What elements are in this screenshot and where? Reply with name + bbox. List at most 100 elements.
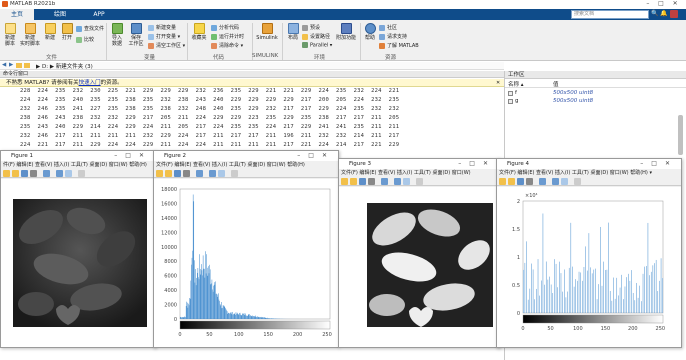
new-figure-icon[interactable] [341, 178, 348, 185]
print-icon[interactable] [526, 178, 533, 185]
open-icon[interactable] [12, 170, 19, 177]
cursor-icon[interactable] [574, 178, 581, 185]
simulink-button[interactable]: Simulink [256, 23, 278, 41]
open-button[interactable]: 打开 [60, 23, 74, 41]
save-workspace-button[interactable]: 保存 工作区 [127, 23, 145, 47]
save-icon[interactable] [174, 170, 181, 177]
cursor-icon[interactable] [416, 178, 423, 185]
open-icon[interactable] [508, 178, 515, 185]
colorbar-icon[interactable] [218, 170, 225, 177]
tab-home[interactable]: 主页 [0, 9, 34, 20]
scrollbar[interactable] [678, 115, 683, 155]
print-icon[interactable] [30, 170, 37, 177]
analyze-code-button[interactable]: 分析代码 [211, 24, 239, 31]
search-input[interactable]: 搜索文档 [571, 10, 649, 19]
current-path[interactable]: ▶ D: ▶ 新建文件夹 (3) [36, 62, 93, 70]
histogram-bar [189, 298, 191, 319]
open-icon[interactable] [350, 178, 357, 185]
new-variable-button[interactable]: 新建变量 [148, 24, 176, 31]
favorites-button[interactable]: 收藏夹 [190, 23, 208, 41]
new-figure-icon[interactable] [3, 170, 10, 177]
figure-window-controls[interactable]: –□✕ [297, 151, 335, 161]
up-folder-icon[interactable] [16, 63, 22, 68]
layout-icon[interactable] [394, 178, 401, 185]
parallel-button[interactable]: Parallel ▾ [302, 42, 332, 49]
colorbar-icon[interactable] [403, 178, 410, 185]
close-button[interactable]: ✕ [673, 0, 678, 9]
maximize-button[interactable]: □ [658, 0, 664, 9]
link-icon[interactable] [381, 178, 388, 185]
cursor-icon[interactable] [78, 170, 85, 177]
addons-button[interactable]: 附加功能 [335, 23, 357, 41]
search-icon[interactable]: 🔍 [651, 10, 658, 17]
new-figure-icon[interactable] [499, 178, 506, 185]
community-button[interactable]: 社区 [379, 24, 397, 31]
new-figure-icon[interactable] [156, 170, 163, 177]
browse-folder-icon[interactable] [24, 63, 30, 68]
figure-toolbar [339, 177, 499, 186]
tab-plots[interactable]: 绘图 [42, 9, 78, 20]
minimize-button[interactable]: – [646, 0, 649, 9]
clear-workspace-button[interactable]: 清空工作区 ▾ [148, 42, 185, 49]
figure-window-controls[interactable]: –□✕ [114, 151, 152, 161]
new-script-button[interactable]: 新建 脚本 [2, 23, 18, 47]
figure-menu[interactable]: 文件(F) 编辑(E) 查看(V) 插入(I) 工具(T) 桌面(D) 窗口(W… [154, 161, 338, 169]
figure-menu[interactable]: 件(F) 编辑(E) 查看(V) 插入(I) 工具(T) 桌面(D) 窗口(W)… [1, 161, 155, 169]
figure-window-controls[interactable]: –□✕ [458, 159, 496, 169]
open-variable-button[interactable]: 打开变量 ▾ [148, 33, 180, 40]
save-icon[interactable] [517, 178, 524, 185]
preferences-button[interactable]: 预设 [302, 24, 320, 31]
command-window-header: 命令行窗口 [0, 71, 504, 78]
link-icon[interactable] [539, 178, 546, 185]
figure-window[interactable]: Figure 3 –□✕ 文件(F) 编辑(E) 查看(V) 插入(I) 工具(… [338, 158, 500, 348]
open-icon[interactable] [165, 170, 172, 177]
column-value[interactable]: 值 [553, 80, 559, 88]
histogram-bar [585, 246, 586, 313]
back-arrow-icon[interactable]: ◀ [2, 62, 6, 68]
column-name[interactable]: 名称 ▴ [508, 80, 524, 88]
getting-started-link[interactable]: 快速入门 [79, 80, 101, 86]
workspace-row[interactable]: f 500x500 uint8 [505, 90, 686, 97]
workspace-row[interactable]: g 500x500 uint8 [505, 98, 686, 105]
forward-arrow-icon[interactable]: ▶ [9, 62, 13, 68]
learn-matlab-button[interactable]: 了解 MATLAB [379, 42, 419, 49]
histogram-bar [240, 314, 241, 319]
histogram-bar [180, 317, 181, 319]
new-button[interactable]: 新建 [43, 23, 57, 41]
link-icon[interactable] [43, 170, 50, 177]
layout-icon[interactable] [552, 178, 559, 185]
layout-button[interactable]: 布局 [286, 23, 300, 41]
figure-menu[interactable]: 文件(F) 编辑(E) 查看(V) 插入(I) 工具(T) 桌面(D) 窗口(W… [497, 169, 681, 177]
colorbar-icon[interactable] [561, 178, 568, 185]
colorbar-icon[interactable] [65, 170, 72, 177]
histogram-bar [220, 305, 221, 319]
set-path-button[interactable]: 设置路径 [302, 33, 330, 40]
save-icon[interactable] [359, 178, 366, 185]
run-and-time-button[interactable]: 运行并计时 [211, 33, 244, 40]
cursor-icon[interactable] [231, 170, 238, 177]
compare-button[interactable]: 比较 [76, 36, 94, 43]
histogram-bar [214, 284, 216, 319]
save-icon[interactable] [21, 170, 28, 177]
tab-apps[interactable]: APP [86, 9, 112, 20]
figure-menu[interactable]: 文件(F) 编辑(E) 查看(V) 插入(I) 工具(T) 桌面(D) 窗口(W… [339, 169, 499, 177]
request-support-button[interactable]: 请求支持 [379, 33, 407, 40]
figure-window[interactable]: Figure 2 –□✕ 文件(F) 编辑(E) 查看(V) 插入(I) 工具(… [153, 150, 339, 348]
profile-icon[interactable] [670, 10, 678, 18]
print-icon[interactable] [368, 178, 375, 185]
import-data-button[interactable]: 导入 数据 [110, 23, 124, 47]
figure-window[interactable]: Figure 1 –□✕ 件(F) 编辑(E) 查看(V) 插入(I) 工具(T… [0, 150, 156, 348]
print-icon[interactable] [183, 170, 190, 177]
find-files-button[interactable]: 查找文件 [76, 25, 104, 32]
layout-icon[interactable] [209, 170, 216, 177]
new-live-script-button[interactable]: 新建 实时脚本 [20, 23, 40, 47]
y-axis-multiplier: ×10⁴ [525, 193, 538, 199]
help-button[interactable]: 帮助 [363, 23, 377, 41]
figure-window[interactable]: Figure 4 –□✕ 文件(F) 编辑(E) 查看(V) 插入(I) 工具(… [496, 158, 682, 348]
figure-window-controls[interactable]: –□✕ [640, 159, 678, 169]
notification-icon[interactable]: 🔔 [660, 10, 667, 17]
close-notice-icon[interactable]: ✕ [496, 80, 500, 86]
link-icon[interactable] [196, 170, 203, 177]
clear-commands-button[interactable]: 清除命令 ▾ [211, 42, 243, 49]
layout-icon[interactable] [56, 170, 63, 177]
